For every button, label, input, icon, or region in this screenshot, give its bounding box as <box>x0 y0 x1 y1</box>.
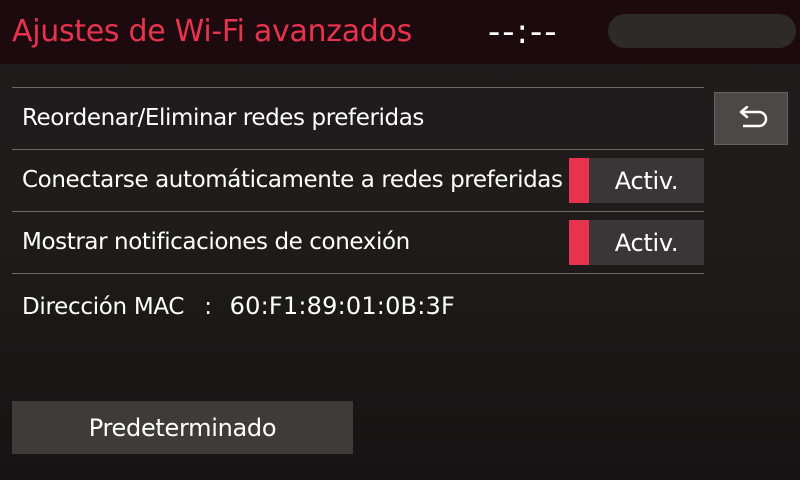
setting-label: Mostrar notificaciones de conexión <box>22 229 410 255</box>
mac-address-value: 60:F1:89:01:0B:3F <box>229 292 455 320</box>
header-bar: Ajustes de Wi-Fi avanzados --:-- <box>0 0 800 64</box>
page-title: Ajustes de Wi-Fi avanzados <box>12 14 412 49</box>
toggle-on-indicator <box>569 158 589 203</box>
setting-row-connection-notifications[interactable]: Mostrar notificaciones de conexión Activ… <box>12 211 704 274</box>
setting-row-auto-connect[interactable]: Conectarse automáticamente a redes prefe… <box>12 149 704 211</box>
auto-connect-toggle[interactable]: Activ. <box>569 158 704 203</box>
setting-label: Reordenar/Eliminar redes preferidas <box>22 105 425 131</box>
mac-address-separator: : <box>204 294 212 320</box>
settings-list: Reordenar/Eliminar redes preferidas Cone… <box>12 87 704 274</box>
mac-address-label: Dirección MAC <box>22 294 185 320</box>
toggle-label: Activ. <box>614 166 679 195</box>
setting-label: Conectarse automáticamente a redes prefe… <box>22 167 563 193</box>
setting-row-reorder-networks[interactable]: Reordenar/Eliminar redes preferidas <box>12 87 704 149</box>
clock: --:-- <box>488 12 559 52</box>
toggle-on-indicator <box>569 220 589 265</box>
toggle-label: Activ. <box>614 228 679 257</box>
back-button[interactable] <box>714 92 788 145</box>
mac-address-row: Dirección MAC:60:F1:89:01:0B:3F <box>22 286 455 327</box>
default-button[interactable]: Predeterminado <box>12 401 353 454</box>
status-area <box>608 14 796 48</box>
notifications-toggle[interactable]: Activ. <box>569 220 704 265</box>
back-arrow-icon <box>739 105 768 127</box>
